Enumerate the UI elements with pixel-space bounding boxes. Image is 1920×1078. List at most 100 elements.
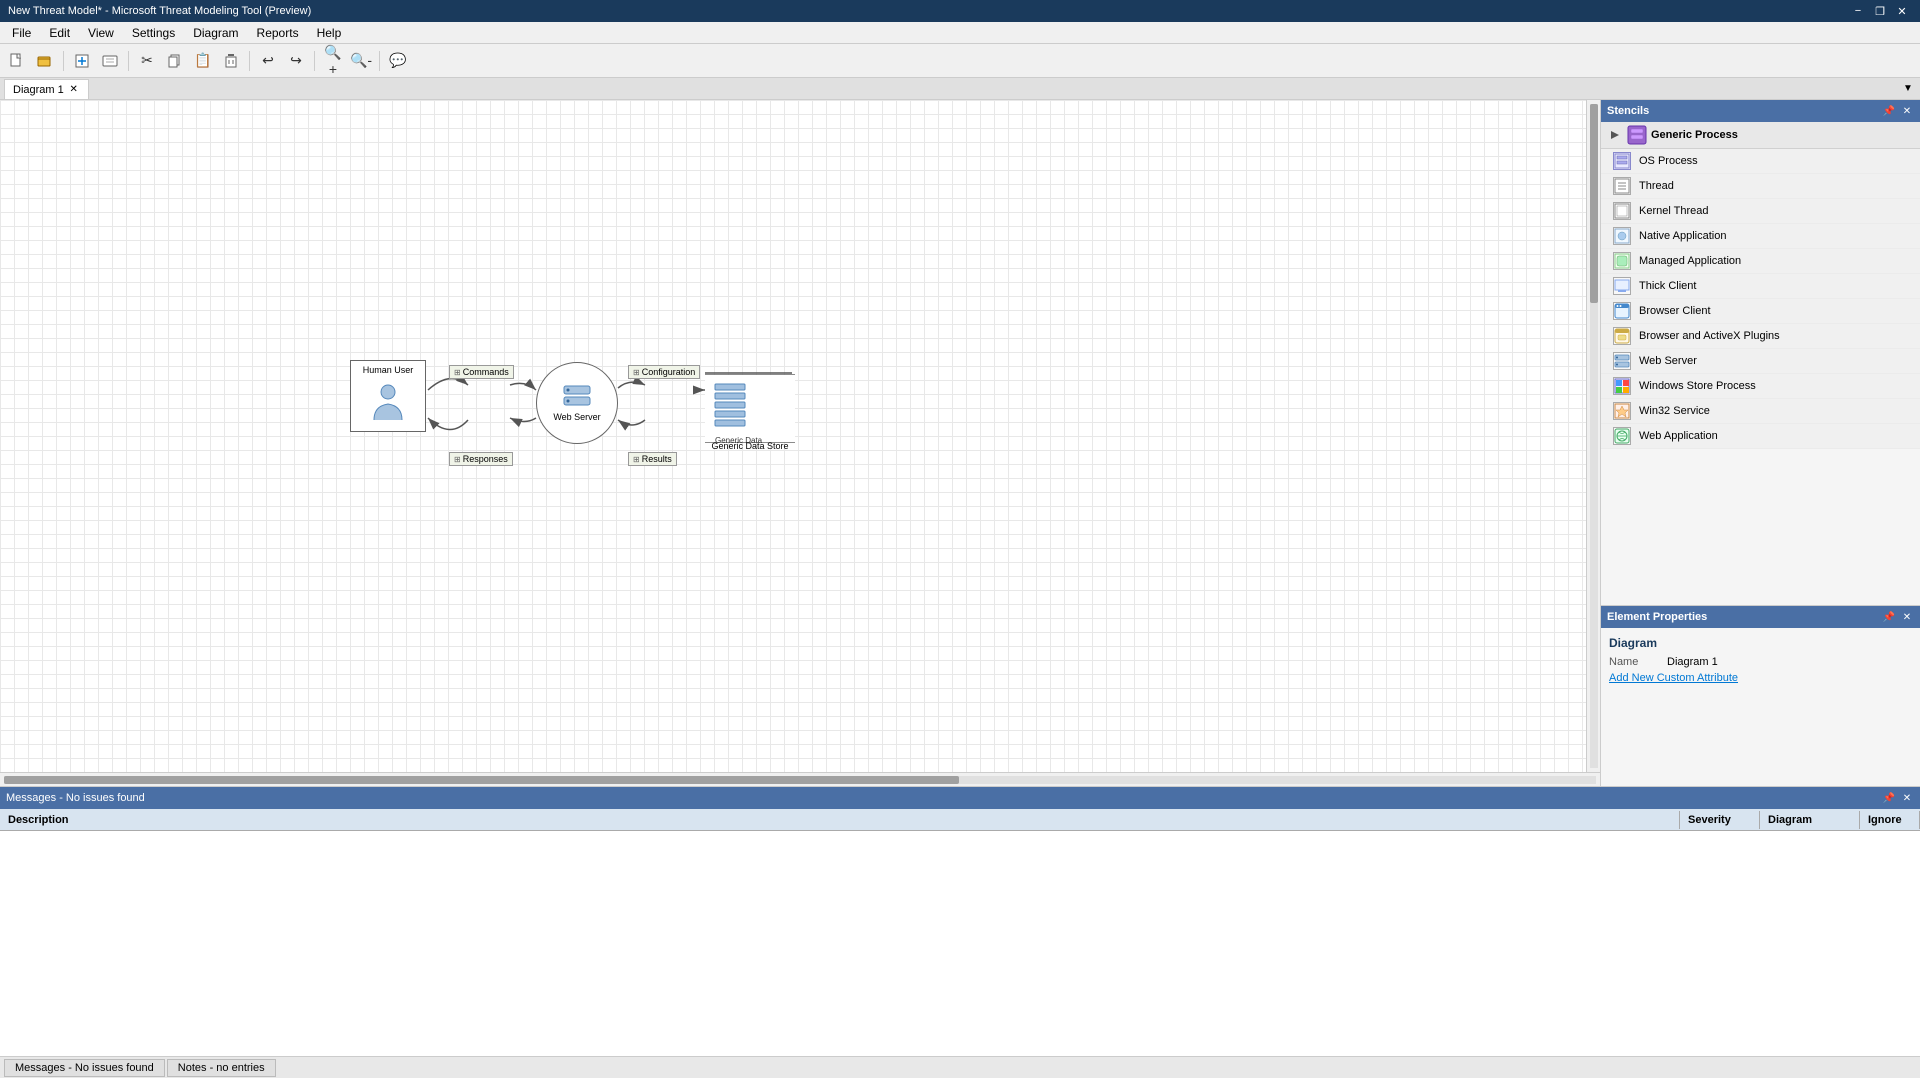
props-section-title: Diagram [1609,636,1912,650]
props-name-value: Diagram 1 [1667,656,1718,668]
commands-flow-label: ⊞ Commands [449,365,514,379]
vertical-scrollbar[interactable] [1586,100,1600,772]
stencils-pin-btn[interactable]: 📌 [1882,104,1896,118]
horizontal-scrollbar[interactable] [0,772,1600,786]
toolbar-paste[interactable]: 📋 [190,48,216,74]
toolbar-zoom-in[interactable]: 🔍+ [320,48,346,74]
human-user-element[interactable]: Human User [350,360,426,432]
canvas[interactable]: Human User ⊞ Commands [0,100,1586,772]
stencil-item-managed-app[interactable]: Managed Application [1601,249,1920,274]
toolbar-cut[interactable]: ✂ [134,48,160,74]
stencils-close-btn[interactable]: ✕ [1900,104,1914,118]
toolbar-copy[interactable] [162,48,188,74]
toolbar: ✂ 📋 ↩ ↪ 🔍+ 🔍- 💬 [0,44,1920,78]
bottom-tab-messages[interactable]: Messages - No issues found [4,1059,165,1077]
stencil-item-os-process[interactable]: OS Process [1601,149,1920,174]
human-user-icon [370,382,406,427]
tab-close-btn[interactable]: ✕ [68,84,80,96]
menu-settings[interactable]: Settings [124,24,183,42]
close-button[interactable]: ✕ [1892,2,1912,20]
data-store-element[interactable]: Generic Data Store Generic Data Store [705,370,795,451]
toolbar-open-diagram[interactable] [97,48,123,74]
toolbar-new-diagram[interactable] [69,48,95,74]
stencil-item-win32-service[interactable]: Win32 Service [1601,399,1920,424]
managed-app-icon [1613,252,1631,270]
human-user-label: Human User [363,365,414,375]
menu-reports[interactable]: Reports [249,24,307,42]
add-custom-attribute-link[interactable]: Add New Custom Attribute [1609,672,1738,684]
stencil-item-native-app[interactable]: Native Application [1601,224,1920,249]
results-flow-icon: ⊞ [633,455,640,464]
toolbar-undo[interactable]: ↩ [255,48,281,74]
browser-activex-label: Browser and ActiveX Plugins [1639,330,1780,342]
toolbar-delete[interactable] [218,48,244,74]
element-props-title: Element Properties [1607,611,1707,623]
messages-col-severity: Severity [1680,811,1760,829]
element-props-close-btn[interactable]: ✕ [1900,610,1914,624]
stencil-item-web-app[interactable]: Web Application [1601,424,1920,449]
messages-col-description: Description [0,811,1680,829]
element-props-panel: Element Properties 📌 ✕ Diagram Name Diag… [1601,606,1920,786]
menu-diagram[interactable]: Diagram [185,24,246,42]
messages-close-btn[interactable]: ✕ [1900,791,1914,805]
browser-activex-icon [1613,327,1631,345]
bottom-tab-notes[interactable]: Notes - no entries [167,1059,276,1077]
titlebar-title: New Threat Model* - Microsoft Threat Mod… [8,5,311,17]
menu-help[interactable]: Help [309,24,350,42]
toolbar-redo[interactable]: ↪ [283,48,309,74]
element-props-pin-btn[interactable]: 📌 [1882,610,1896,624]
stencil-item-web-server[interactable]: Web Server [1601,349,1920,374]
v-scroll-track [1590,104,1598,768]
stencil-item-thread[interactable]: Thread [1601,174,1920,199]
web-server-stencil-icon [1613,352,1631,370]
stencil-item-kernel-thread[interactable]: Kernel Thread [1601,199,1920,224]
stencil-item-browser-client[interactable]: Browser Client [1601,299,1920,324]
web-server-stencil-label: Web Server [1639,355,1697,367]
minimize-button[interactable]: − [1848,2,1868,20]
diagram-tab-1[interactable]: Diagram 1 ✕ [4,79,89,99]
stencil-category-generic-process: Generic Process OS Process [1601,122,1920,449]
toolbar-comment[interactable]: 💬 [385,48,411,74]
menu-view[interactable]: View [80,24,122,42]
responses-flow-label: ⊞ Responses [449,452,513,466]
canvas-inner-wrapper: Human User ⊞ Commands [0,100,1600,772]
native-app-icon [1613,227,1631,245]
os-process-label: OS Process [1639,155,1698,167]
main: Diagram 1 ✕ ▼ [0,78,1920,1078]
messages-pin-btn[interactable]: 📌 [1882,791,1896,805]
messages-header: Messages - No issues found 📌 ✕ [0,787,1920,809]
menu-edit[interactable]: Edit [41,24,78,42]
managed-app-label: Managed Application [1639,255,1741,267]
web-app-icon [1613,427,1631,445]
stencil-item-thick-client[interactable]: Thick Client [1601,274,1920,299]
props-custom-row: Add New Custom Attribute [1609,672,1912,684]
toolbar-zoom-out[interactable]: 🔍- [348,48,374,74]
toolbar-open[interactable] [32,48,58,74]
restore-button[interactable]: ❐ [1870,2,1890,20]
toolbar-sep-5 [379,51,380,71]
configuration-flow-label: ⊞ Configuration [628,365,700,379]
toolbar-new[interactable] [4,48,30,74]
generic-process-icon [1627,125,1647,145]
titlebar: New Threat Model* - Microsoft Threat Mod… [0,0,1920,22]
toolbar-sep-4 [314,51,315,71]
stencil-item-browser-activex[interactable]: Browser and ActiveX Plugins [1601,324,1920,349]
os-process-icon [1613,152,1631,170]
right-panel: Stencils 📌 ✕ [1600,100,1920,786]
data-store-label: Generic Data Store [705,441,795,451]
messages-panel: Messages - No issues found 📌 ✕ Descripti… [0,786,1920,1056]
stencil-item-windows-store[interactable]: Windows Store Process [1601,374,1920,399]
windows-store-label: Windows Store Process [1639,380,1756,392]
thread-label: Thread [1639,180,1674,192]
responses-flow-icon: ⊞ [454,455,461,464]
stencil-category-header[interactable]: Generic Process [1601,122,1920,149]
web-server-element[interactable]: Web Server [536,362,618,444]
web-server-icon [563,385,591,412]
props-name-row: Name Diagram 1 [1609,656,1912,668]
menu-file[interactable]: File [4,24,39,42]
tab-collapse-btn[interactable]: ▼ [1900,80,1916,96]
h-scroll-thumb [4,776,959,784]
commands-label: Commands [463,367,509,377]
kernel-thread-icon [1613,202,1631,220]
menubar: File Edit View Settings Diagram Reports … [0,22,1920,44]
